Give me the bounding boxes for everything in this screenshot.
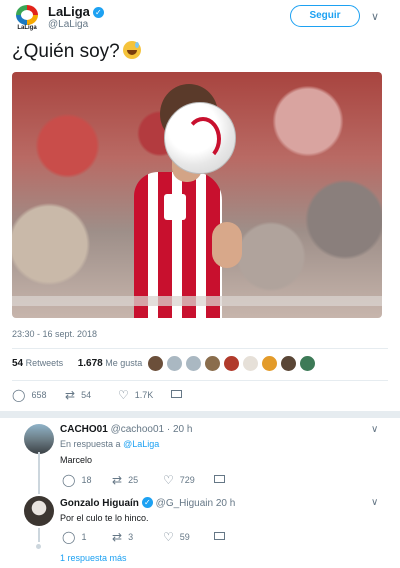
liker-avatar[interactable] — [167, 356, 182, 371]
section-divider — [0, 411, 400, 418]
tweet-photo[interactable] — [12, 72, 382, 318]
reply-text: Marcelo — [60, 455, 93, 465]
verified-icon: ✓ — [92, 7, 104, 18]
liker-avatar[interactable] — [243, 356, 258, 371]
heart-icon: ♡ — [118, 388, 129, 402]
retweet-count: 54 — [81, 390, 92, 400]
football — [164, 102, 236, 174]
likes-count: 1.678 — [77, 358, 103, 369]
retweet-button[interactable]: ⇄ 54 — [65, 389, 91, 401]
reply-author-handle: @G_Higuain — [155, 498, 214, 509]
chevron-down-icon[interactable]: ∨ — [371, 424, 378, 435]
like-button[interactable]: ♡ 729 — [163, 474, 195, 486]
like-count: 1.7K — [134, 390, 154, 400]
reply-author[interactable]: CACHO01 @cachoo01 · 20 h — [60, 424, 192, 435]
tweet-actions: ◯ 658 ⇄ 54 ♡ 1.7K — [0, 389, 400, 403]
mail-icon — [214, 532, 225, 540]
liker-avatar[interactable] — [281, 356, 296, 371]
liker-avatar[interactable] — [205, 356, 220, 371]
thread-dot — [36, 544, 41, 549]
mail-icon — [171, 390, 182, 398]
logo-ball — [21, 10, 33, 20]
retweet-icon: ⇄ — [112, 530, 123, 544]
retweets-stat[interactable]: 54 Retweets — [12, 358, 64, 369]
likes-label: Me gusta — [105, 358, 143, 368]
retweets-count: 54 — [12, 358, 24, 369]
like-count: 59 — [179, 532, 190, 542]
tweet-text-content: ¿Quién soy? — [12, 41, 120, 62]
likes-stat[interactable]: 1.678 Me gusta — [77, 358, 143, 369]
retweet-count: 3 — [128, 532, 134, 542]
reply-button[interactable]: ◯ 658 — [12, 389, 46, 401]
account-name-text: LaLiga — [48, 4, 90, 19]
reply-age: 20 h — [215, 498, 236, 509]
like-button[interactable]: ♡ 59 — [163, 531, 190, 543]
mail-icon — [214, 475, 225, 483]
retweets-label: Retweets — [25, 358, 64, 368]
reply-author-name: Gonzalo Higuaín — [60, 498, 139, 509]
retweet-icon: ⇄ — [112, 473, 123, 487]
in-reply-prefix: En respuesta a — [60, 439, 121, 449]
verified-icon: ✓ — [141, 497, 153, 508]
in-reply-to: En respuesta a @LaLiga — [60, 439, 159, 449]
message-button[interactable] — [171, 390, 182, 400]
liker-avatar[interactable] — [148, 356, 163, 371]
reply-count: 18 — [81, 475, 92, 485]
reply-text: Por el culo te lo hinco. — [60, 513, 149, 523]
reply-count: 658 — [31, 390, 47, 400]
reply-age: · 20 h — [166, 424, 193, 435]
sweat-smile-emoji-icon — [122, 41, 141, 59]
message-button[interactable] — [214, 532, 225, 542]
tweet-stats: 54 Retweets 1.678 Me gusta — [12, 358, 142, 369]
laliga-logo[interactable]: LaLiga — [13, 5, 41, 33]
player-arm — [212, 222, 242, 268]
tweet-header: LaLiga LaLiga ✓ @LaLiga Seguir ∨ — [0, 0, 400, 36]
shirt-badge — [164, 194, 186, 220]
account-name[interactable]: LaLiga ✓ — [48, 4, 104, 19]
reply-icon: ◯ — [62, 473, 76, 487]
divider — [12, 380, 388, 381]
chevron-down-icon[interactable]: ∨ — [371, 10, 379, 23]
like-count: 729 — [179, 475, 195, 485]
liker-avatar[interactable] — [224, 356, 239, 371]
account-handle[interactable]: @LaLiga — [48, 19, 88, 30]
retweet-button[interactable]: ⇄ 3 — [112, 531, 133, 543]
avatar[interactable] — [24, 496, 54, 526]
message-button[interactable] — [214, 475, 225, 485]
retweet-button[interactable]: ⇄ 25 — [112, 474, 138, 486]
reply-icon: ◯ — [62, 530, 76, 544]
reply-count: 1 — [81, 532, 87, 542]
tweet-timestamp[interactable]: 23:30 - 16 sept. 2018 — [12, 329, 97, 339]
in-reply-to-link[interactable]: @LaLiga — [123, 439, 159, 449]
liker-avatar[interactable] — [300, 356, 315, 371]
reply-author-name: CACHO01 — [60, 424, 108, 435]
thread-line — [38, 452, 40, 494]
reply-icon: ◯ — [12, 388, 26, 402]
logo-text: LaLiga — [17, 25, 37, 31]
avatar[interactable] — [24, 424, 54, 454]
more-replies-link[interactable]: 1 respuesta más — [60, 553, 127, 563]
liker-avatar[interactable] — [186, 356, 201, 371]
reply-author-handle: @cachoo01 — [110, 424, 165, 435]
reply-button[interactable]: ◯ 1 — [62, 531, 86, 543]
chevron-down-icon[interactable]: ∨ — [371, 497, 378, 508]
reply-button[interactable]: ◯ 18 — [62, 474, 91, 486]
heart-icon: ♡ — [163, 473, 174, 487]
tweet-text: ¿Quién soy? — [12, 41, 141, 63]
follow-button[interactable]: Seguir — [290, 5, 360, 27]
like-button[interactable]: ♡ 1.7K — [118, 389, 153, 401]
divider — [12, 348, 388, 349]
thread-line — [38, 528, 40, 542]
stadium-rail — [12, 296, 382, 306]
heart-icon: ♡ — [163, 530, 174, 544]
liker-avatar[interactable] — [262, 356, 277, 371]
retweet-icon: ⇄ — [65, 388, 76, 402]
retweet-count: 25 — [128, 475, 139, 485]
reply-author[interactable]: Gonzalo Higuaín ✓ @G_Higuain 20 h — [60, 497, 235, 509]
